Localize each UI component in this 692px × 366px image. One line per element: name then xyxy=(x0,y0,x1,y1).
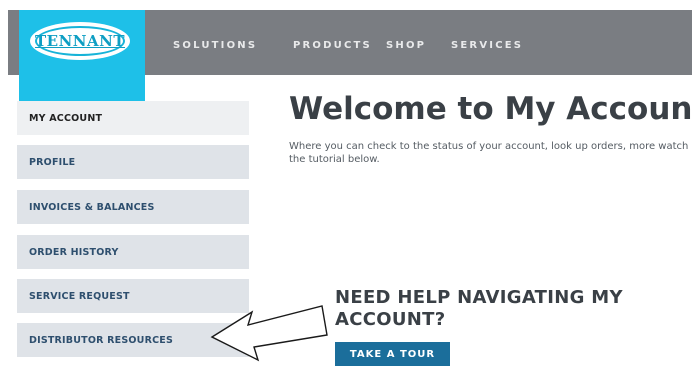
arrow-left-icon xyxy=(210,305,328,362)
